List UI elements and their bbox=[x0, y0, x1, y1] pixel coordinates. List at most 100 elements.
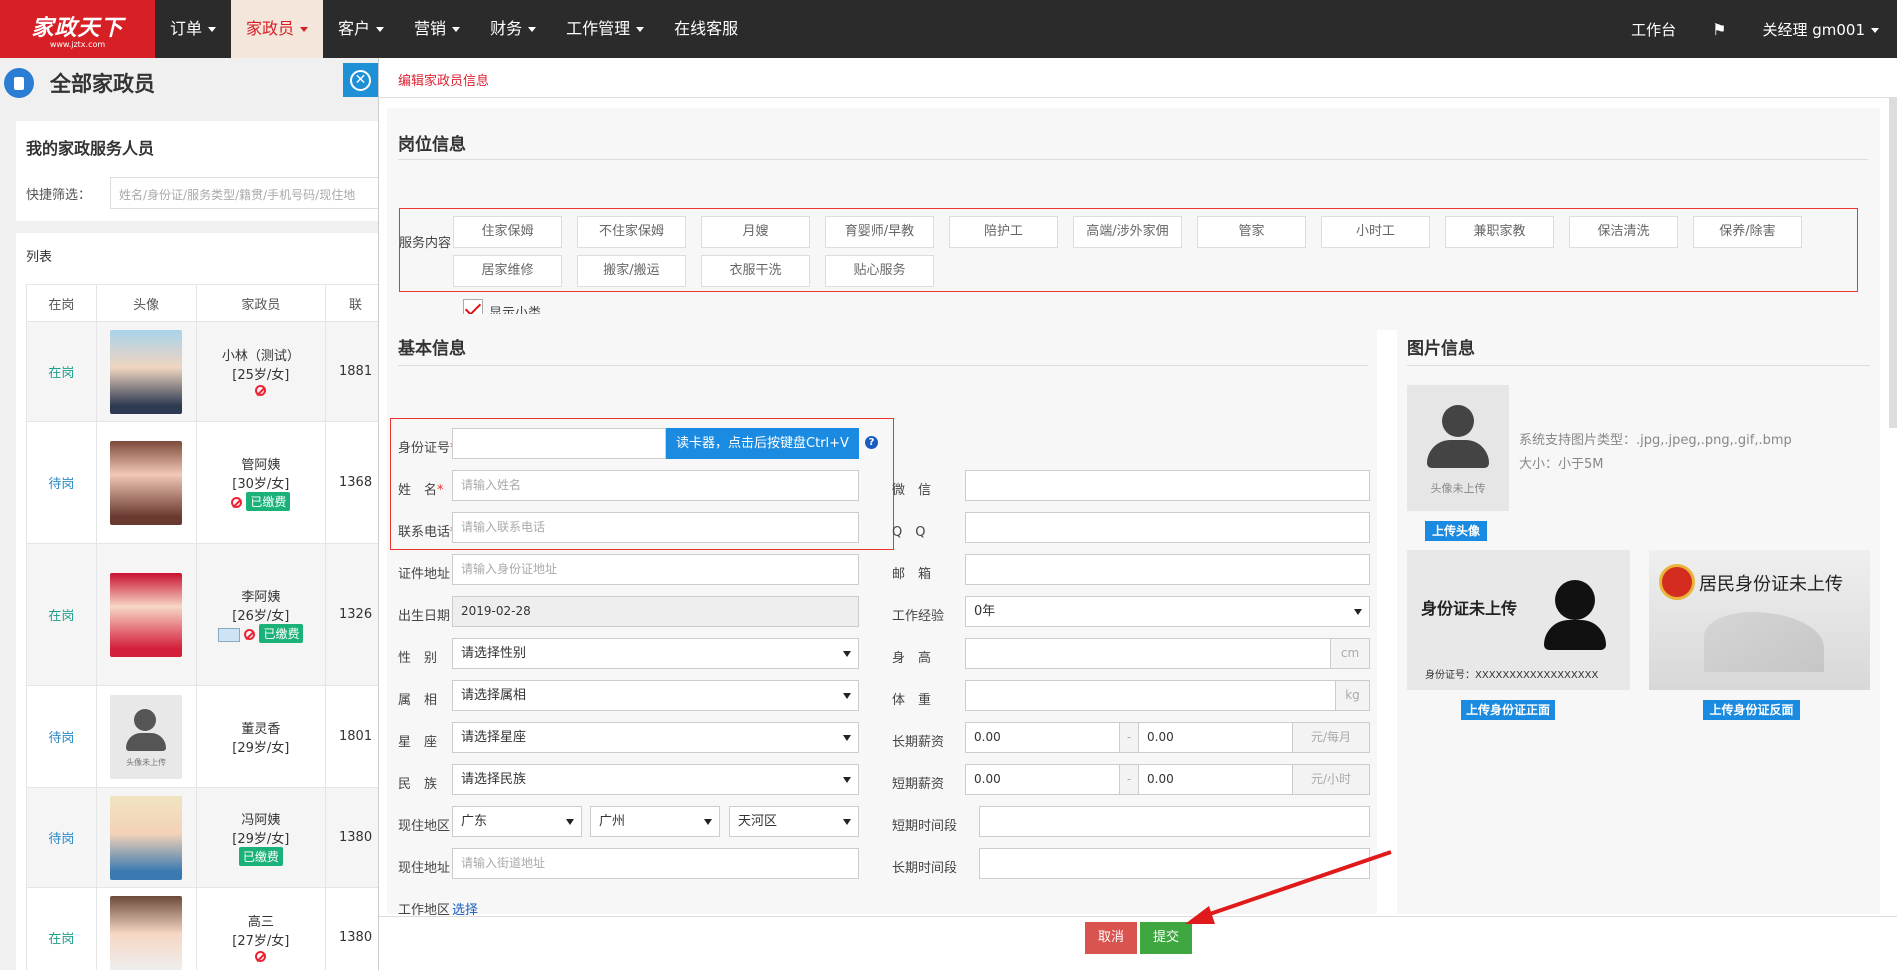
zodiac-select[interactable]: 请选择属相 bbox=[452, 680, 859, 711]
user-menu[interactable]: 关经理 gm001 bbox=[1744, 19, 1897, 40]
nav-item-housekeepers[interactable]: 家政员 bbox=[231, 0, 324, 58]
avatar bbox=[110, 440, 183, 525]
service-tag[interactable]: 不住家保姆 bbox=[577, 216, 686, 248]
service-tag[interactable]: 贴心服务 bbox=[825, 255, 934, 287]
list-label: 列表 bbox=[26, 250, 53, 265]
row-name[interactable]: 小林（测试） bbox=[197, 345, 326, 364]
help-icon[interactable]: ? bbox=[865, 436, 878, 449]
nav-item-online-service[interactable]: 在线客服 bbox=[659, 0, 753, 58]
logo[interactable]: 家政天下 www.jztx.com bbox=[0, 0, 155, 58]
row-name[interactable]: 管阿姨 bbox=[197, 454, 326, 473]
select-value: 请选择属相 bbox=[461, 688, 527, 703]
city-select[interactable]: 广州 bbox=[590, 806, 720, 837]
workbench-link[interactable]: 工作台 bbox=[1613, 19, 1694, 40]
avatar bbox=[110, 895, 183, 970]
read-card-button[interactable]: 读卡器，点击后按键盘Ctrl+V bbox=[666, 428, 859, 459]
short-salary-to-input[interactable]: 0.00 bbox=[1138, 764, 1293, 795]
red-arrow-annotation bbox=[1185, 850, 1392, 924]
nav-item-finance[interactable]: 财务 bbox=[475, 0, 551, 58]
service-tag[interactable]: 保洁清洗 bbox=[1569, 216, 1678, 248]
id-address-input[interactable]: 请输入身份证地址 bbox=[452, 554, 859, 585]
id-number-label: 身份证号* bbox=[398, 441, 457, 456]
row-name[interactable]: 高三 bbox=[197, 911, 326, 930]
row-age: [25岁/女] bbox=[232, 368, 290, 383]
upload-id-front-button[interactable]: 上传身份证正面 bbox=[1461, 700, 1555, 720]
birthdate-input[interactable]: 2019-02-28 bbox=[452, 596, 859, 627]
user-name: 关经理 gm001 bbox=[1762, 20, 1865, 39]
row-name[interactable]: 冯阿姨 bbox=[197, 809, 326, 828]
long-salary-from-input[interactable]: 0.00 bbox=[965, 722, 1120, 753]
row-name-cell: 董灵香 [29岁/女] bbox=[195, 685, 327, 788]
service-tag[interactable]: 育婴师/早教 bbox=[825, 216, 934, 248]
table-row[interactable]: 待岗 头像未上传 董灵香 [29岁/女] 1801 bbox=[26, 685, 378, 788]
short-salary-from-input[interactable]: 0.00 bbox=[965, 764, 1120, 795]
range-dash: - bbox=[1119, 722, 1139, 753]
service-tag[interactable]: 小时工 bbox=[1321, 216, 1430, 248]
service-tag[interactable]: 陪护工 bbox=[949, 216, 1058, 248]
height-input[interactable] bbox=[965, 638, 1331, 669]
scrollbar[interactable] bbox=[1889, 98, 1897, 428]
service-tag[interactable]: 住家保姆 bbox=[453, 216, 562, 248]
district-select[interactable]: 天河区 bbox=[729, 806, 859, 837]
service-tag[interactable]: 搬家/搬运 bbox=[577, 255, 686, 287]
id-number-input[interactable] bbox=[452, 428, 666, 459]
row-status: 待岗 bbox=[26, 685, 97, 788]
row-name[interactable]: 李阿姨 bbox=[197, 586, 326, 605]
table-row[interactable]: 在岗 小林（测试） [25岁/女] 1881 bbox=[26, 321, 378, 422]
section-title: 基本信息 bbox=[398, 339, 466, 359]
upload-id-back-button[interactable]: 上传身份证反面 bbox=[1703, 700, 1800, 720]
post-section: 岗位信息 服务内容 住家保姆 不住家保姆 月嫂 育婴师/早教 陪护工 高端/涉外… bbox=[387, 108, 1880, 330]
nav-item-work[interactable]: 工作管理 bbox=[551, 0, 659, 58]
close-panel-button[interactable]: ✕ bbox=[343, 63, 378, 97]
avatar bbox=[110, 795, 183, 880]
row-phone: 1326 bbox=[325, 543, 378, 686]
service-tag[interactable]: 居家维修 bbox=[453, 255, 562, 287]
person-body bbox=[1544, 620, 1606, 650]
cancel-button[interactable]: 取消 bbox=[1085, 922, 1137, 954]
size-limit-text: 大小：小于5M bbox=[1519, 457, 1604, 472]
close-icon: ✕ bbox=[350, 69, 371, 91]
phone-input[interactable]: 请输入联系电话 bbox=[452, 512, 859, 543]
gender-select[interactable]: 请选择性别 bbox=[452, 638, 859, 669]
long-salary-to-input[interactable]: 0.00 bbox=[1138, 722, 1293, 753]
quick-filter-input[interactable]: 姓名/身份证/服务类型/籍贯/手机号码/现住地 bbox=[110, 177, 380, 209]
service-tag[interactable]: 月嫂 bbox=[701, 216, 810, 248]
table-row[interactable]: 在岗 高三 [27岁/女] 1380 bbox=[26, 887, 378, 970]
id-back-preview: 居民身份证未上传 bbox=[1649, 550, 1870, 690]
current-address-input[interactable]: 请输入街道地址 bbox=[452, 848, 859, 879]
row-name[interactable]: 董灵香 bbox=[197, 718, 326, 737]
service-tag[interactable]: 保养/除害 bbox=[1693, 216, 1802, 248]
constellation-select[interactable]: 请选择星座 bbox=[452, 722, 859, 753]
nav-item-orders[interactable]: 订单 bbox=[155, 0, 231, 58]
service-tag[interactable]: 管家 bbox=[1197, 216, 1306, 248]
name-label: 姓 名* bbox=[398, 483, 444, 498]
service-tag[interactable]: 兼职家教 bbox=[1445, 216, 1554, 248]
wechat-input[interactable] bbox=[965, 470, 1370, 501]
experience-select[interactable]: 0年 bbox=[965, 596, 1370, 627]
service-tag[interactable]: 高端/涉外家佣 bbox=[1073, 216, 1182, 248]
select-value: 广东 bbox=[461, 814, 488, 829]
service-tag[interactable]: 衣服干洗 bbox=[701, 255, 810, 287]
table-row[interactable]: 待岗 管阿姨 [30岁/女] 已缴费 1368 bbox=[26, 421, 378, 544]
table-row[interactable]: 在岗 李阿姨 [26岁/女] 已缴费 1326 bbox=[26, 543, 378, 686]
signpost-icon[interactable]: ⚑ bbox=[1694, 20, 1744, 39]
short-time-input[interactable] bbox=[979, 806, 1370, 837]
qq-input[interactable] bbox=[965, 512, 1370, 543]
name-input[interactable]: 请输入姓名 bbox=[452, 470, 859, 501]
region-label: 现住地区 bbox=[398, 819, 451, 834]
ethnicity-select[interactable]: 请选择民族 bbox=[452, 764, 859, 795]
weight-input[interactable] bbox=[965, 680, 1336, 711]
dropdown-arrow-icon bbox=[704, 819, 712, 825]
row-name-cell: 管阿姨 [30岁/女] 已缴费 bbox=[195, 421, 327, 544]
email-input[interactable] bbox=[965, 554, 1370, 585]
province-select[interactable]: 广东 bbox=[452, 806, 582, 837]
main-nav: 订单 家政员 客户 营销 财务 工作管理 在线客服 bbox=[155, 0, 753, 58]
upload-avatar-button[interactable]: 上传头像 bbox=[1425, 521, 1487, 541]
nav-item-customers[interactable]: 客户 bbox=[323, 0, 399, 58]
nav-item-marketing[interactable]: 营销 bbox=[399, 0, 475, 58]
row-status: 待岗 bbox=[26, 421, 97, 544]
nav-label: 订单 bbox=[170, 19, 203, 38]
table-row[interactable]: 待岗 冯阿姨 [29岁/女] 已缴费 1380 bbox=[26, 787, 378, 888]
ethnicity-label: 民 族 bbox=[398, 777, 438, 792]
section-divider bbox=[398, 365, 1368, 366]
